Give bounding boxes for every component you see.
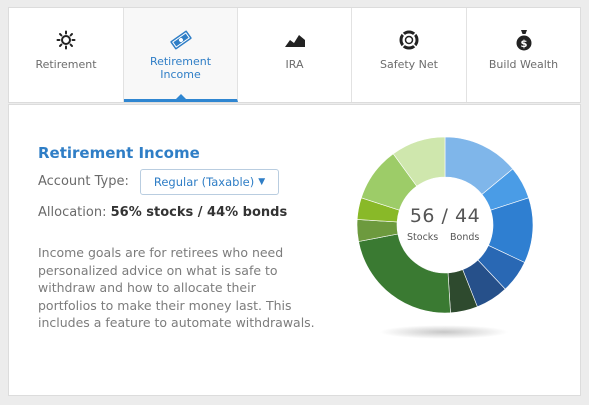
tab-label: Safety Net: [380, 58, 438, 71]
tab-ira[interactable]: IRA: [238, 8, 352, 102]
tab-build-wealth[interactable]: $ Build Wealth: [467, 8, 580, 102]
allocation-value: 56% stocks / 44% bonds: [110, 205, 288, 220]
allocation-line: Allocation: 56% stocks / 44% bonds: [38, 205, 287, 220]
caret-down-icon: ▼: [258, 177, 266, 187]
allocation-donut-chart: 56 / 44 Stocks Bonds: [356, 136, 534, 314]
lifebuoy-icon: [399, 29, 419, 51]
tab-label: IRA: [285, 58, 304, 71]
tab-label: Retirement Income: [149, 55, 212, 81]
allocation-label: Allocation:: [38, 205, 107, 220]
tab-safety-net[interactable]: Safety Net: [352, 8, 467, 102]
sun-icon: [56, 29, 76, 51]
panel-title: Retirement Income: [38, 144, 200, 162]
goal-description: Income goals are for retirees who need p…: [38, 245, 315, 331]
tab-retirement[interactable]: Retirement: [9, 8, 124, 102]
donut-segment-stocks-6: [358, 233, 451, 314]
tab-label: Build Wealth: [488, 58, 559, 71]
donut-center-value: 56 / 44: [409, 205, 481, 227]
tab-label: Retirement: [35, 58, 97, 71]
donut-bonds-label: Bonds: [450, 232, 480, 243]
active-tab-caret: [174, 94, 187, 100]
tab-retirement-income[interactable]: Retirement Income: [124, 8, 238, 102]
money-bag-icon: $: [515, 29, 533, 51]
donut-stocks-label: Stocks: [407, 232, 439, 243]
donut-shadow: [379, 325, 509, 339]
goal-panel: Retirement Income Account Type: Regular …: [8, 104, 581, 396]
svg-text:$: $: [520, 39, 527, 50]
chart-icon: [284, 29, 306, 51]
goal-tabs: Retirement Retirement Income IRA Safety …: [8, 7, 581, 103]
account-type-label: Account Type:: [38, 174, 129, 189]
money-icon: [169, 29, 193, 51]
account-type-dropdown[interactable]: Regular (Taxable) ▼: [140, 169, 279, 195]
account-type-value: Regular (Taxable): [153, 175, 255, 189]
